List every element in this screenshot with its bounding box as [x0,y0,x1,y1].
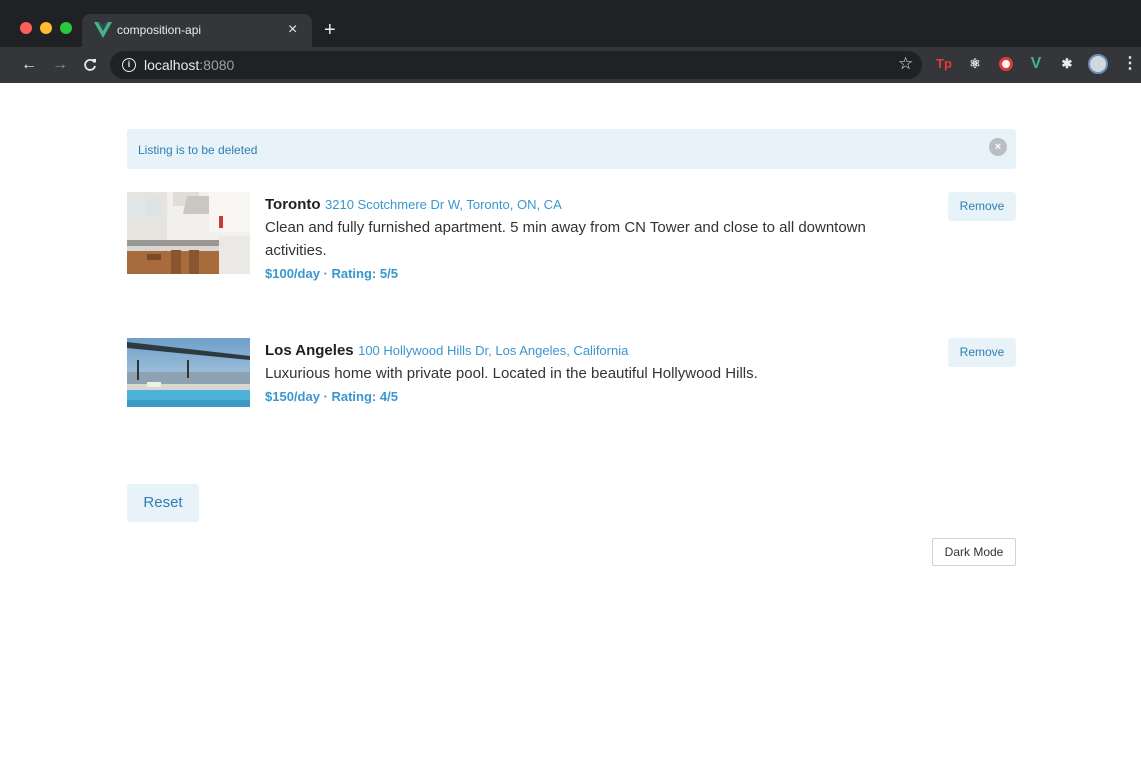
listing-description: Clean and fully furnished apartment. 5 m… [265,219,866,259]
bookmark-star-icon[interactable]: ☆ [898,54,913,74]
new-tab-button[interactable]: + [324,18,336,42]
listing-item: Toronto 3210 Scotchmere Dr W, Toronto, O… [127,192,1016,292]
url-text: localhost:8080 [144,57,234,73]
avatar-icon [1088,54,1108,74]
tab-title: composition-api [117,23,202,37]
listing-description: Luxurious home with private pool. Locate… [265,365,758,382]
profile-avatar[interactable] [1088,54,1108,74]
pool-house-image [127,338,250,407]
vue-logo-icon [94,22,112,38]
alert-banner: Listing is to be deleted × [127,129,1016,169]
close-window-button[interactable] [20,22,32,34]
page-content: Listing is to be deleted × Toronto 3210 … [0,83,1141,768]
info-icon[interactable]: i [122,58,136,72]
listing-photo-kitchen [127,192,250,274]
url-port: :8080 [199,57,235,73]
url-host: localhost [144,57,200,73]
listing-address[interactable]: 100 Hollywood Hills Dr, Los Angeles, Cal… [358,343,628,358]
listing-photo-pool [127,338,250,407]
kitchen-image [127,192,250,274]
alert-close-icon[interactable]: × [989,138,1007,156]
remove-button[interactable]: Remove [948,338,1016,367]
listing-item: Los Angeles 100 Hollywood Hills Dr, Los … [127,338,1016,418]
vue-devtools-icon[interactable]: V [1027,55,1045,73]
listing-price-rating: $100/day · Rating: 5/5 [265,266,398,281]
back-button[interactable]: ← [17,53,41,77]
tab-close-icon[interactable]: × [288,20,297,40]
record-extension-icon[interactable] [997,55,1015,73]
reload-icon [84,59,96,71]
browser-menu-icon[interactable]: ⋮ [1121,55,1139,73]
tp-extension-icon[interactable]: Tp [935,55,953,73]
listing-info: Los Angeles 100 Hollywood Hills Dr, Los … [265,342,905,404]
listing-address[interactable]: 3210 Scotchmere Dr W, Toronto, ON, CA [325,197,562,212]
listing-price-rating: $150/day · Rating: 4/5 [265,389,398,404]
address-bar[interactable]: i localhost:8080 ☆ [110,51,922,79]
minimize-window-button[interactable] [40,22,52,34]
tab-bar: composition-api × + [0,0,1141,47]
maximize-window-button[interactable] [60,22,72,34]
listing-city: Los Angeles [265,342,354,359]
dark-mode-button[interactable]: Dark Mode [932,538,1016,566]
record-dot [999,57,1013,71]
remove-button[interactable]: Remove [948,192,1016,221]
reset-button[interactable]: Reset [127,484,199,522]
extensions-puzzle-icon[interactable]: ✱ [1058,55,1076,73]
react-devtools-icon[interactable]: ⚛ [966,55,984,73]
reload-button[interactable] [78,53,102,77]
forward-button[interactable]: → [48,53,72,77]
alert-message: Listing is to be deleted [138,143,258,157]
tab-composition-api[interactable]: composition-api × [82,14,312,47]
browser-window: composition-api × + ← → i localhost:8080… [0,0,1141,768]
listing-info: Toronto 3210 Scotchmere Dr W, Toronto, O… [265,196,905,281]
listing-city: Toronto [265,196,321,213]
browser-toolbar: ← → i localhost:8080 ☆ Tp ⚛ V ✱ ⋮ [0,47,1141,83]
